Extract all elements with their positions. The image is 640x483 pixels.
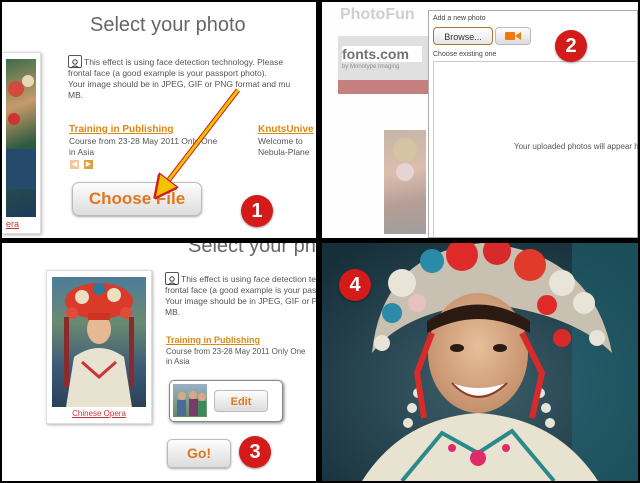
page-title: Select your photo (188, 243, 316, 257)
face-detect-icon (165, 272, 179, 286)
webcam-button[interactable] (495, 27, 531, 45)
upload-dialog: Add a new photo Browse... Choose existin… (428, 10, 638, 238)
step4-panel: 4 (322, 243, 638, 481)
step1-panel: Select your photo era This effect is usi… (2, 2, 316, 238)
info-line-3: Your image should be in JPEG, GIF or PNG (165, 296, 316, 306)
add-new-label: Add a new photo (433, 15, 486, 22)
step2-panel: PhotoFun fonts.com by Monotype Imaging A… (322, 2, 638, 238)
selected-photo-thumbnail (173, 384, 207, 417)
video-camera-icon (505, 32, 521, 40)
step-badge-4: 4 (339, 269, 371, 301)
course-link[interactable]: Training in Publishing (166, 335, 260, 345)
info-line-4: MB. (165, 307, 181, 317)
existing-photos-list[interactable]: Your uploaded photos will appear h (433, 61, 638, 238)
photo-card[interactable]: Chinese Opera (46, 270, 152, 424)
photo-caption[interactable]: Chinese Opera (47, 409, 151, 418)
selected-photo-box: Edit (169, 380, 283, 422)
step-badge-1: 1 (241, 195, 273, 227)
go-button[interactable]: Go! (167, 439, 231, 468)
step-badge-2: 2 (555, 30, 587, 62)
browse-button[interactable]: Browse... (433, 27, 493, 45)
choose-existing-label: Choose existing one (433, 51, 497, 58)
course-text-2: in Asia (166, 357, 190, 366)
edit-label: Edit (230, 396, 252, 408)
opera-photo[interactable] (52, 277, 146, 407)
info-line-1: This effect is using face detection tech… (181, 274, 316, 284)
step-badge-3: 3 (239, 436, 271, 468)
step3-panel: Select your photo Chinese Opera This eff… (2, 243, 316, 481)
info-line-2: frontal face (a good example is your pas… (165, 285, 316, 295)
empty-message: Your uploaded photos will appear h (514, 142, 638, 151)
go-label: Go! (186, 445, 212, 461)
edit-button[interactable]: Edit (214, 390, 268, 412)
browse-label: Browse... (444, 32, 482, 42)
